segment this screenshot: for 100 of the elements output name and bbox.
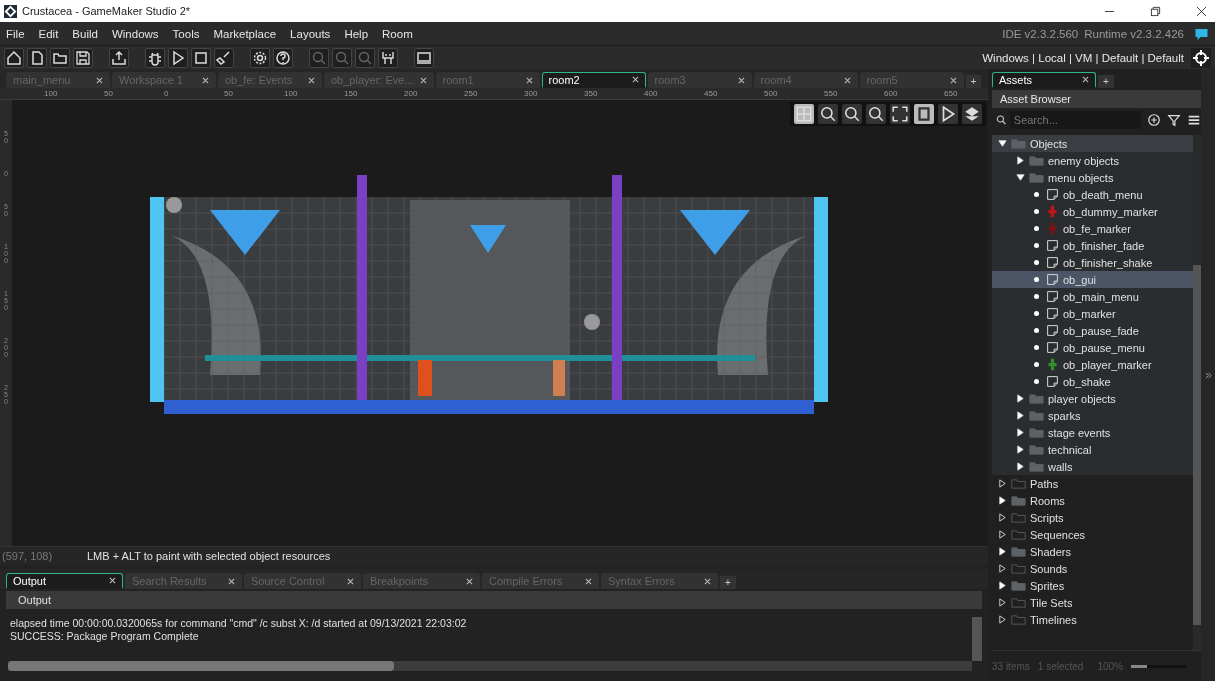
open-folder-icon[interactable] <box>50 47 70 68</box>
tree-item[interactable]: Objects <box>992 135 1193 152</box>
menu-item[interactable]: Windows <box>111 27 159 40</box>
target-config[interactable]: Windows | Local | VM | Default | Default <box>982 51 1184 64</box>
close-icon[interactable] <box>737 76 745 84</box>
expand-arrow-icon[interactable] <box>998 581 1007 590</box>
expand-arrow-icon[interactable] <box>998 530 1007 539</box>
close-icon[interactable] <box>704 577 711 585</box>
export-icon[interactable] <box>109 47 129 68</box>
tree-item[interactable]: stage events <box>992 424 1193 441</box>
crosshair-icon[interactable] <box>1191 47 1211 68</box>
broom-icon[interactable] <box>214 47 234 68</box>
add-tab-button[interactable]: + <box>720 576 736 589</box>
tree-item[interactable]: sparks <box>992 407 1193 424</box>
tree-item[interactable]: ob_main_menu <box>992 288 1193 305</box>
tree-item[interactable]: ob_finisher_shake <box>992 254 1193 271</box>
close-icon[interactable] <box>202 76 209 84</box>
close-icon[interactable] <box>631 76 639 83</box>
filter-icon[interactable] <box>1167 113 1181 127</box>
expand-arrow-icon[interactable] <box>998 513 1007 522</box>
menu-item[interactable]: Edit <box>38 27 59 40</box>
fullscreen-icon[interactable] <box>890 104 910 124</box>
close-icon[interactable] <box>585 577 592 585</box>
close-icon[interactable] <box>347 577 354 585</box>
tree-item[interactable]: Paths <box>992 475 1193 492</box>
expand-arrow-icon[interactable] <box>998 547 1007 556</box>
vertical-scrollbar[interactable] <box>1193 135 1201 650</box>
close-icon[interactable] <box>109 577 116 584</box>
tree-item[interactable]: Shaders <box>992 543 1193 560</box>
tree-item[interactable]: ob_pause_menu <box>992 339 1193 356</box>
menu-icon[interactable] <box>1187 113 1201 127</box>
close-icon[interactable] <box>1082 76 1089 83</box>
tree-item[interactable]: menu objects <box>992 169 1193 186</box>
tree-item[interactable]: ob_death_menu <box>992 186 1193 203</box>
close-icon[interactable] <box>96 76 103 84</box>
close-icon[interactable] <box>843 76 851 84</box>
output-tab[interactable]: Output <box>6 573 123 589</box>
menu-item[interactable]: Marketplace <box>213 27 277 40</box>
layers-icon[interactable] <box>962 104 982 124</box>
close-icon[interactable] <box>949 76 957 84</box>
tree-item[interactable]: technical <box>992 441 1193 458</box>
add-tab-button[interactable]: + <box>1098 75 1114 88</box>
tree-item[interactable]: ob_finisher_fade <box>992 237 1193 254</box>
close-icon[interactable] <box>1196 5 1207 17</box>
tree-item[interactable]: ob_fe_marker <box>992 220 1193 237</box>
horizontal-scrollbar[interactable] <box>8 661 972 671</box>
help-icon[interactable] <box>273 47 293 68</box>
tree-item[interactable]: ob_gui <box>992 271 1193 288</box>
add-tab-button[interactable]: + <box>965 75 982 88</box>
gamepad-icon[interactable] <box>378 47 398 68</box>
tree-item[interactable]: ob_pause_fade <box>992 322 1193 339</box>
tree-item[interactable]: ob_shake <box>992 373 1193 390</box>
tree-item[interactable]: Tile Sets <box>992 594 1193 611</box>
vertical-scrollbar[interactable] <box>972 617 982 661</box>
expand-arrow-icon[interactable] <box>998 615 1007 624</box>
play-icon[interactable] <box>168 47 188 68</box>
chat-bubble-icon[interactable] <box>1194 26 1209 41</box>
zoom-in-icon[interactable] <box>866 104 886 124</box>
editor-tab[interactable]: room2 <box>541 72 646 88</box>
zoom-slider[interactable] <box>1130 664 1186 668</box>
tree-item[interactable]: Scripts <box>992 509 1193 526</box>
menu-item[interactable]: Tools <box>172 27 200 40</box>
expand-chevron-icon[interactable] <box>1204 371 1212 379</box>
tree-item[interactable]: ob_dummy_marker <box>992 203 1193 220</box>
menu-item[interactable]: File <box>6 27 25 40</box>
monitor-icon[interactable] <box>414 47 434 68</box>
tree-item[interactable]: Rooms <box>992 492 1193 509</box>
expand-arrow-icon[interactable] <box>1016 428 1025 437</box>
tree-item[interactable]: walls <box>992 458 1193 475</box>
expand-arrow-icon[interactable] <box>998 598 1007 607</box>
expand-arrow-icon[interactable] <box>1016 394 1025 403</box>
tree-item[interactable]: ob_player_marker <box>992 356 1193 373</box>
close-icon[interactable] <box>466 577 473 585</box>
new-file-icon[interactable] <box>27 47 47 68</box>
search-field[interactable]: Search... <box>1009 111 1141 129</box>
tree-item[interactable]: enemy objects <box>992 152 1193 169</box>
debug-bug-icon[interactable] <box>145 47 165 68</box>
menu-item[interactable]: Layouts <box>290 27 331 40</box>
menu-item[interactable]: Room <box>382 27 413 40</box>
expand-arrow-icon[interactable] <box>1016 445 1025 454</box>
tree-item[interactable]: Sounds <box>992 560 1193 577</box>
expand-arrow-icon[interactable] <box>998 479 1007 488</box>
play-icon[interactable] <box>938 104 958 124</box>
tree-item[interactable]: player objects <box>992 390 1193 407</box>
stop-icon[interactable] <box>191 47 211 68</box>
settings-icon[interactable] <box>250 47 270 68</box>
menu-item[interactable]: Build <box>72 27 98 40</box>
expand-arrow-icon[interactable] <box>1016 411 1025 420</box>
close-icon[interactable] <box>419 76 427 84</box>
menu-item[interactable]: Help <box>344 27 369 40</box>
tree-item[interactable]: Sequences <box>992 526 1193 543</box>
expand-arrow-icon[interactable] <box>1016 156 1025 165</box>
expand-arrow-icon[interactable] <box>998 139 1007 148</box>
zoom-out-icon[interactable] <box>818 104 838 124</box>
zoom-reset-icon[interactable] <box>842 104 862 124</box>
save-icon[interactable] <box>73 47 93 68</box>
home-icon[interactable] <box>4 47 24 68</box>
tree-item[interactable]: ob_marker <box>992 305 1193 322</box>
tree-item[interactable]: Sprites <box>992 577 1193 594</box>
close-icon[interactable] <box>525 76 533 84</box>
